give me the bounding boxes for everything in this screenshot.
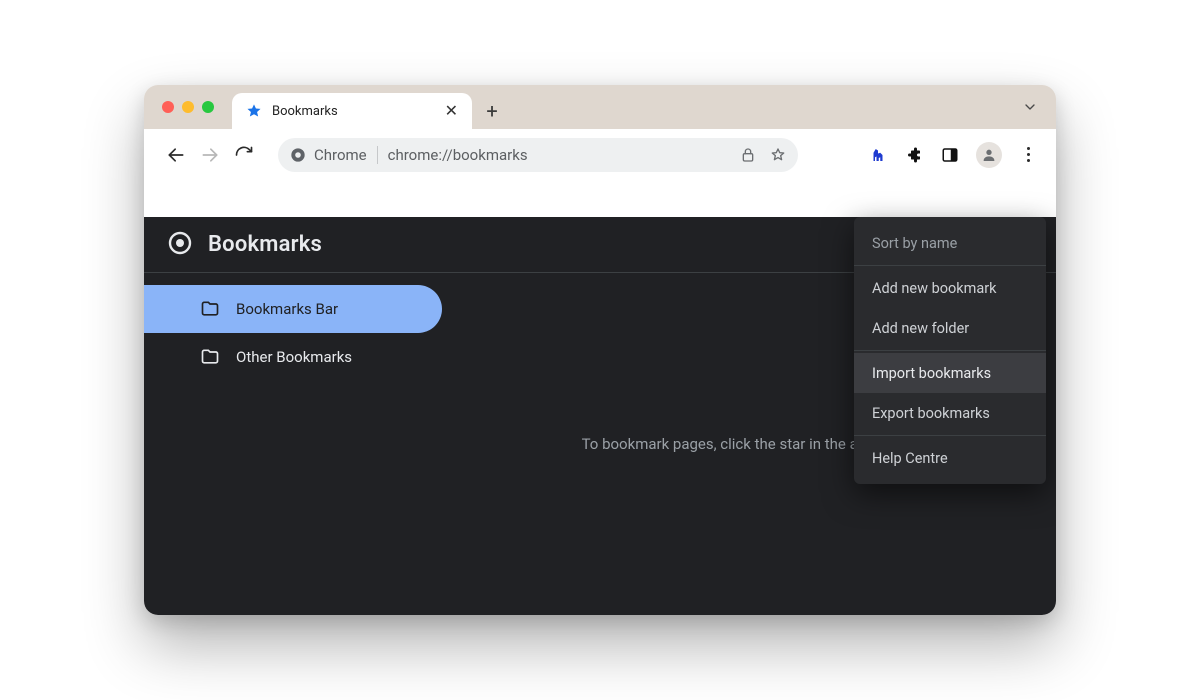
address-bar[interactable]: Chrome chrome://bookmarks — [278, 138, 798, 172]
toolbar-gap — [144, 181, 1056, 217]
menu-item-label: Add new bookmark — [872, 280, 997, 297]
menu-item-add-bookmark[interactable]: Add new bookmark — [854, 268, 1046, 308]
sidebar-item-bookmarks-bar[interactable]: Bookmarks Bar — [144, 285, 442, 333]
chrome-logo-icon — [168, 231, 192, 259]
menu-item-help-centre[interactable]: Help Centre — [854, 438, 1046, 478]
bookmarks-app: Bookmarks Bookmarks Bar Other Bookmarks … — [144, 217, 1056, 615]
window-controls — [162, 85, 214, 129]
tabs-dropdown-button[interactable] — [1022, 99, 1038, 119]
tab-strip: Bookmarks ✕ + — [144, 85, 1056, 129]
page-title: Bookmarks — [208, 232, 322, 257]
menu-item-import-bookmarks[interactable]: Import bookmarks — [854, 353, 1046, 393]
menu-separator — [854, 435, 1046, 436]
menu-item-label: Sort by name — [872, 235, 957, 252]
minimize-window-button[interactable] — [182, 101, 194, 113]
new-tab-button[interactable]: + — [478, 97, 506, 125]
site-chip-label: Chrome — [314, 146, 367, 164]
person-icon — [981, 147, 997, 163]
close-tab-button[interactable]: ✕ — [445, 103, 458, 119]
menu-item-export-bookmarks[interactable]: Export bookmarks — [854, 393, 1046, 433]
menu-item-label: Import bookmarks — [872, 365, 991, 382]
menu-item-add-folder[interactable]: Add new folder — [854, 308, 1046, 348]
close-window-button[interactable] — [162, 101, 174, 113]
maximize-window-button[interactable] — [202, 101, 214, 113]
browser-window: Bookmarks ✕ + Chrome chrome://bookmarks — [144, 85, 1056, 615]
browser-tab[interactable]: Bookmarks ✕ — [232, 93, 472, 129]
browser-menu-button[interactable] — [1018, 145, 1038, 165]
omnibox-separator — [377, 146, 378, 164]
profile-avatar[interactable] — [976, 142, 1002, 168]
url-text: chrome://bookmarks — [388, 146, 528, 164]
extension-llama-icon[interactable] — [868, 145, 888, 165]
menu-separator — [854, 350, 1046, 351]
site-chip: Chrome — [290, 146, 367, 164]
menu-separator — [854, 265, 1046, 266]
sidepanel-icon[interactable] — [940, 145, 960, 165]
bookmarks-overflow-menu: Sort by name Add new bookmark Add new fo… — [854, 217, 1046, 484]
share-icon[interactable] — [740, 147, 756, 163]
sidebar-item-other-bookmarks[interactable]: Other Bookmarks — [144, 333, 442, 381]
sidebar-item-label: Bookmarks Bar — [236, 300, 338, 318]
menu-item-label: Help Centre — [872, 450, 948, 467]
extensions-icon[interactable] — [904, 145, 924, 165]
toolbar-right — [868, 142, 1038, 168]
star-icon — [246, 103, 262, 119]
tab-title: Bookmarks — [272, 104, 338, 119]
chevron-down-icon — [1022, 99, 1038, 115]
folder-icon — [200, 299, 220, 319]
kebab-icon — [1027, 147, 1030, 162]
toolbar: Chrome chrome://bookmarks — [144, 129, 1056, 181]
folder-icon — [200, 347, 220, 367]
menu-item-label: Add new folder — [872, 320, 969, 337]
menu-item-sort-by-name[interactable]: Sort by name — [854, 223, 1046, 263]
sidebar-item-label: Other Bookmarks — [236, 348, 352, 366]
menu-item-label: Export bookmarks — [872, 405, 990, 422]
bookmark-star-icon[interactable] — [770, 147, 786, 163]
reload-button[interactable] — [230, 141, 258, 169]
bookmarks-sidebar: Bookmarks Bar Other Bookmarks — [144, 273, 454, 615]
forward-button[interactable] — [196, 141, 224, 169]
chrome-icon — [290, 147, 306, 163]
back-button[interactable] — [162, 141, 190, 169]
